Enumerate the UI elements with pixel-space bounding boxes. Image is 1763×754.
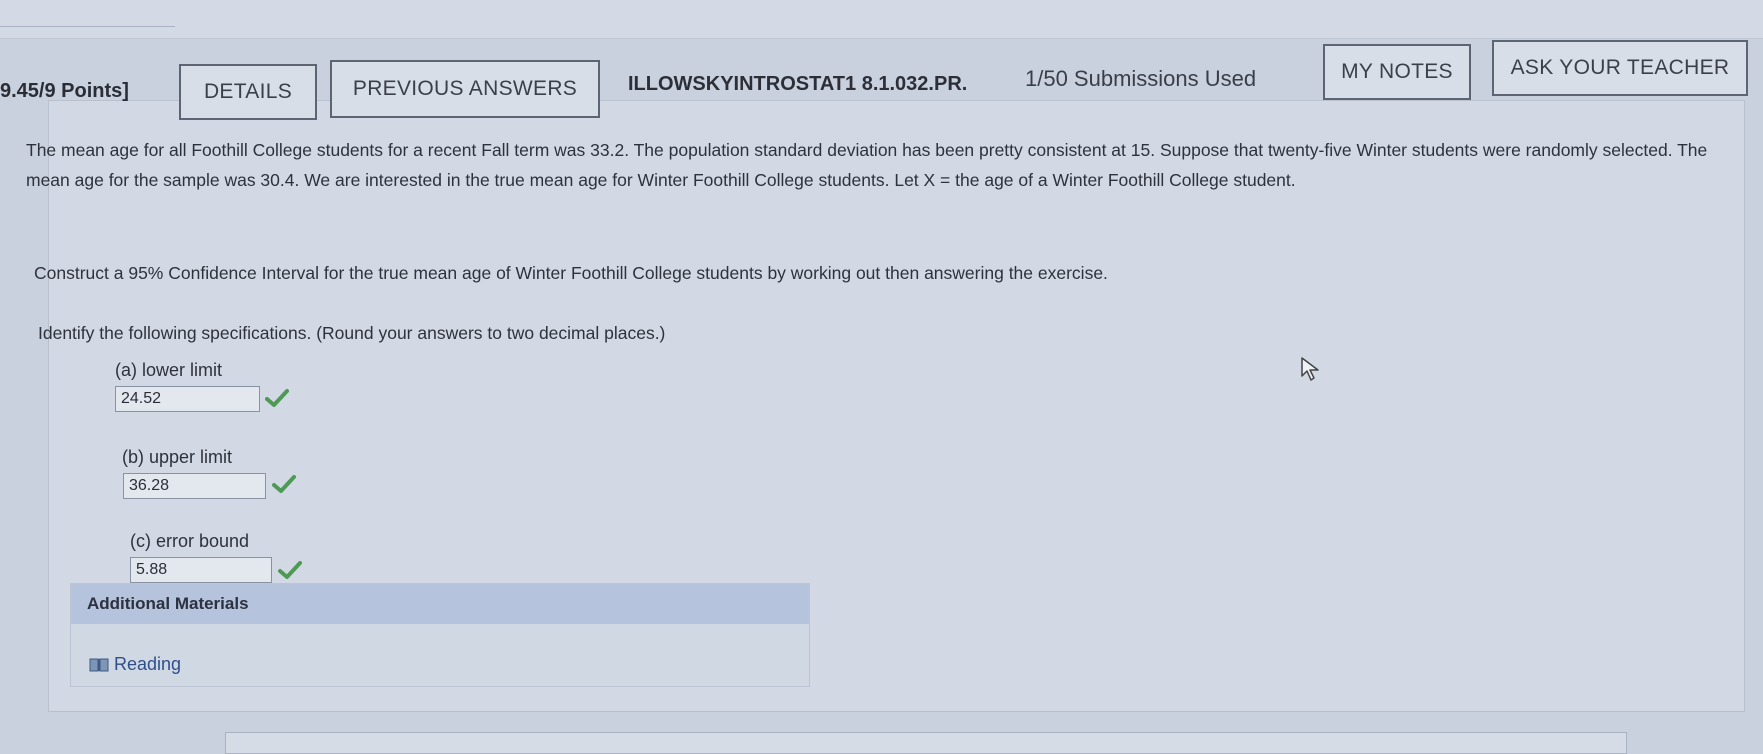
additional-materials-title: Additional Materials xyxy=(71,584,809,624)
reading-link-label: Reading xyxy=(114,654,182,674)
my-notes-button[interactable]: MY NOTES xyxy=(1323,44,1471,100)
additional-materials-panel: Additional Materials Reading xyxy=(70,583,810,687)
upper-limit-label: (b) upper limit xyxy=(122,447,233,467)
top-strip xyxy=(0,0,1763,39)
submissions-used: 1/50 Submissions Used xyxy=(1025,66,1257,91)
lower-limit-input[interactable]: 24.52 xyxy=(115,386,260,412)
details-button[interactable]: DETAILS xyxy=(179,64,317,120)
check-icon xyxy=(272,475,296,493)
bottom-field xyxy=(225,732,1627,754)
upper-limit-input[interactable]: 36.28 xyxy=(123,473,266,499)
question-paragraph: The mean age for all Foothill College st… xyxy=(26,140,1708,190)
tab-stub xyxy=(0,10,175,27)
question-specifications: Identify the following specifications. (… xyxy=(38,323,666,343)
ask-your-teacher-button[interactable]: ASK YOUR TEACHER xyxy=(1492,40,1748,96)
book-icon xyxy=(89,658,109,671)
error-bound-label: (c) error bound xyxy=(130,531,250,551)
previous-answers-button[interactable]: PREVIOUS ANSWERS xyxy=(330,60,600,118)
lower-limit-label: (a) lower limit xyxy=(115,360,223,380)
points-label: 9.45/9 Points] xyxy=(0,80,129,102)
problem-id: ILLOWSKYINTROSTAT1 8.1.032.PR. xyxy=(628,73,968,95)
reading-link[interactable]: Reading xyxy=(89,654,181,675)
error-bound-input[interactable]: 5.88 xyxy=(130,557,272,583)
check-icon xyxy=(265,389,289,407)
check-icon xyxy=(278,561,302,579)
question-instruction: Construct a 95% Confidence Interval for … xyxy=(34,263,1108,283)
mouse-cursor-icon xyxy=(1301,357,1319,381)
